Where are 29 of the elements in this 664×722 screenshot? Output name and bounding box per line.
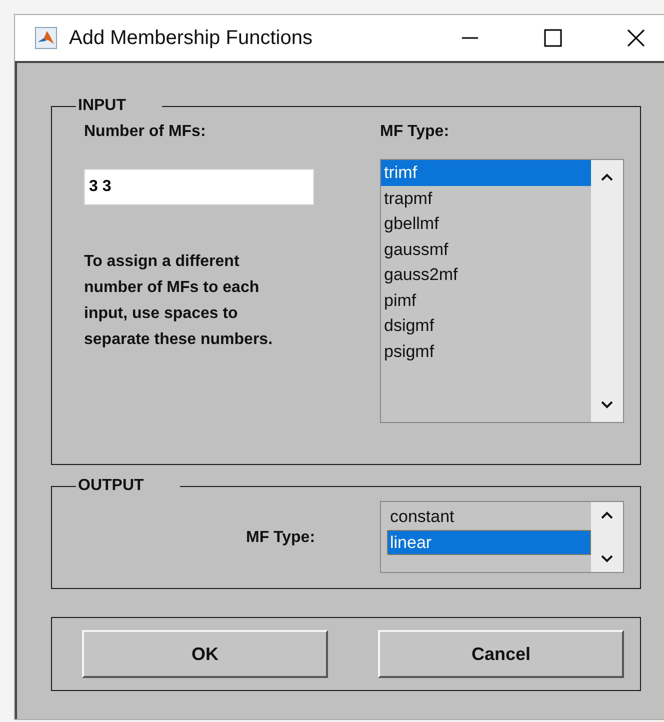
list-item[interactable]: psigmf — [381, 338, 591, 364]
list-item[interactable]: pimf — [381, 288, 591, 313]
list-item[interactable]: gaussmf — [381, 236, 591, 262]
list-item[interactable]: dsigmf — [381, 313, 591, 338]
window-title: Add Membership Functions — [69, 26, 312, 50]
ok-button[interactable]: OK — [82, 630, 328, 678]
list-item[interactable]: linear — [387, 530, 591, 555]
count-label: Number of MFs: — [84, 123, 207, 141]
type-label: MF Type: — [246, 529, 316, 547]
list-item[interactable]: constant — [387, 504, 591, 530]
maximize-icon[interactable] — [544, 29, 562, 47]
scroll-down-icon[interactable] — [600, 400, 614, 410]
list-item[interactable]: gbellmf — [381, 211, 591, 236]
type-label: MF Type: — [380, 123, 450, 141]
count-field[interactable]: 3 3 — [84, 169, 314, 205]
scroll-down-icon[interactable] — [600, 554, 614, 564]
app-icon — [35, 27, 57, 49]
scrollbar[interactable] — [591, 502, 623, 572]
help-text: To assign a different number of MFs to each input, use spaces to separate these numbers. — [84, 252, 274, 350]
group-title: OUTPUT — [77, 477, 145, 495]
list-item[interactable]: trimf — [381, 160, 591, 186]
group-title: INPUT — [77, 97, 127, 115]
scrollbar[interactable] — [591, 160, 623, 422]
list-item[interactable]: gauss2mf — [381, 262, 591, 288]
list-item[interactable]: trapmf — [381, 186, 591, 211]
close-icon[interactable] — [627, 29, 645, 47]
scroll-up-icon[interactable] — [600, 510, 614, 520]
cancel-button[interactable]: Cancel — [378, 630, 624, 678]
scroll-up-icon[interactable] — [600, 172, 614, 182]
